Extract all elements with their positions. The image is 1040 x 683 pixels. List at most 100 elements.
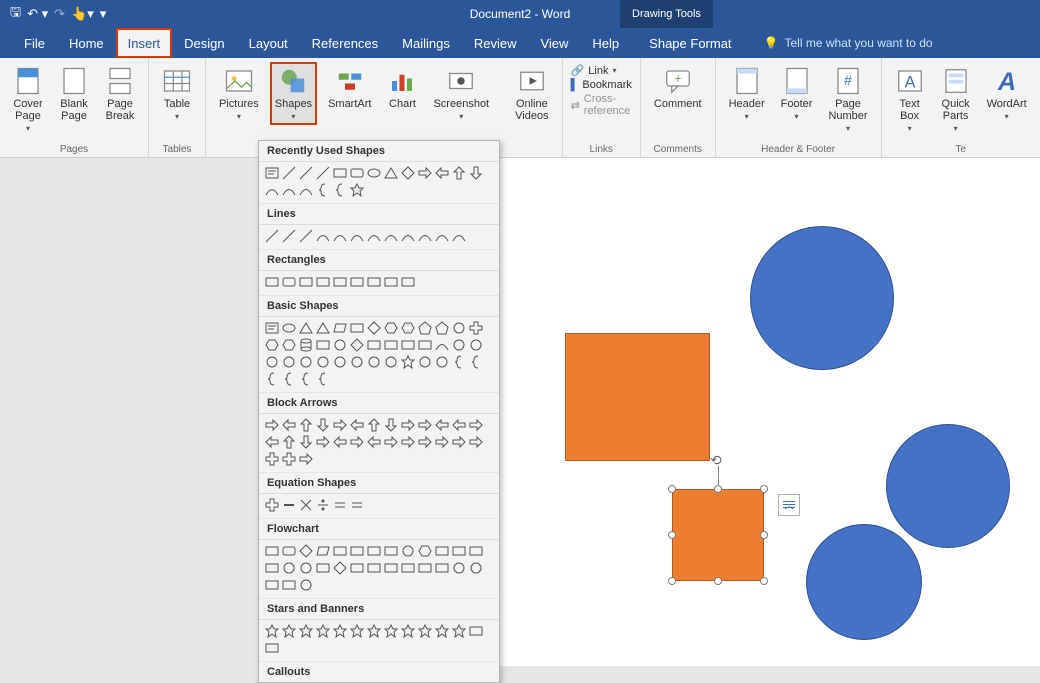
shape-option-textbox[interactable]	[265, 321, 279, 335]
shape-option-line[interactable]	[316, 166, 330, 180]
shape-option-roundrect[interactable]	[282, 275, 296, 289]
shape-option-plus[interactable]	[265, 498, 279, 512]
shape-option-circle[interactable]	[367, 355, 381, 369]
text-box-button[interactable]: A Text Box ▾	[890, 62, 930, 137]
resize-handle[interactable]	[668, 577, 676, 585]
shape-option-rect[interactable]	[350, 275, 364, 289]
shape-rectangle-large[interactable]	[565, 333, 710, 461]
shape-option-star[interactable]	[418, 624, 432, 638]
shape-option-curve[interactable]	[435, 338, 449, 352]
shape-option-rect[interactable]	[435, 561, 449, 575]
shape-option-hex[interactable]	[401, 321, 415, 335]
shape-option-brace[interactable]	[452, 355, 466, 369]
shape-option-roundrect[interactable]	[350, 166, 364, 180]
shape-option-curve[interactable]	[282, 183, 296, 197]
shape-option-rect[interactable]	[401, 338, 415, 352]
shape-option-arrowU[interactable]	[367, 418, 381, 432]
shape-option-curve[interactable]	[333, 229, 347, 243]
shape-option-line[interactable]	[299, 166, 313, 180]
tab-review[interactable]: Review	[462, 28, 529, 58]
shape-option-brace[interactable]	[469, 355, 483, 369]
tab-home[interactable]: Home	[57, 28, 116, 58]
shape-option-circle[interactable]	[384, 355, 398, 369]
shape-option-arrowD[interactable]	[316, 418, 330, 432]
header-button[interactable]: Header ▾	[724, 62, 770, 125]
tab-layout[interactable]: Layout	[237, 28, 300, 58]
shape-option-rect[interactable]	[384, 544, 398, 558]
chart-button[interactable]: Chart	[382, 62, 422, 114]
shape-option-star[interactable]	[401, 355, 415, 369]
resize-handle[interactable]	[668, 531, 676, 539]
comment-button[interactable]: + Comment	[649, 62, 707, 114]
shape-option-circle[interactable]	[265, 355, 279, 369]
shape-option-circle[interactable]	[299, 355, 313, 369]
resize-handle[interactable]	[668, 485, 676, 493]
shape-option-brace[interactable]	[282, 372, 296, 386]
shape-option-rect[interactable]	[350, 561, 364, 575]
shape-option-arrowL[interactable]	[350, 418, 364, 432]
shape-option-roundrect[interactable]	[282, 544, 296, 558]
shape-option-diamond[interactable]	[401, 166, 415, 180]
shape-option-rect[interactable]	[418, 338, 432, 352]
shape-option-arrowL[interactable]	[452, 418, 466, 432]
shape-option-rect[interactable]	[469, 544, 483, 558]
shape-option-plus[interactable]	[265, 452, 279, 466]
shape-option-rect[interactable]	[265, 544, 279, 558]
shape-option-para[interactable]	[316, 544, 330, 558]
shape-option-diamond[interactable]	[367, 321, 381, 335]
page-break-button[interactable]: Page Break	[100, 62, 140, 126]
shape-option-rect[interactable]	[367, 275, 381, 289]
touch-mode-icon[interactable]: 👆▾	[71, 6, 94, 22]
tell-me-search[interactable]: 💡 Tell me what you want to do	[764, 28, 933, 58]
shape-option-line[interactable]	[299, 229, 313, 243]
shape-option-pent[interactable]	[435, 321, 449, 335]
shape-option-curve[interactable]	[435, 229, 449, 243]
shape-option-rect[interactable]	[367, 338, 381, 352]
redo-icon[interactable]: ↷	[54, 6, 65, 22]
shape-option-line[interactable]	[282, 229, 296, 243]
shape-circle-3[interactable]	[806, 524, 922, 640]
undo-icon[interactable]: ↶ ▾	[27, 6, 48, 22]
shape-option-rect[interactable]	[282, 578, 296, 592]
shape-option-rect[interactable]	[333, 544, 347, 558]
shape-option-diamond[interactable]	[299, 544, 313, 558]
shape-option-star[interactable]	[435, 624, 449, 638]
shape-option-arrowR[interactable]	[316, 435, 330, 449]
shape-option-arrowL[interactable]	[333, 435, 347, 449]
shape-option-arrowL[interactable]	[367, 435, 381, 449]
shape-option-rect[interactable]	[350, 321, 364, 335]
smartart-button[interactable]: SmartArt	[323, 62, 376, 114]
shape-option-div[interactable]	[316, 498, 330, 512]
shape-option-times[interactable]	[299, 498, 313, 512]
shape-option-curve[interactable]	[367, 229, 381, 243]
shape-option-arrowD[interactable]	[384, 418, 398, 432]
shape-option-circle[interactable]	[350, 355, 364, 369]
shape-option-star[interactable]	[350, 624, 364, 638]
bookmark-button[interactable]: ▌Bookmark	[571, 79, 632, 91]
resize-handle[interactable]	[760, 485, 768, 493]
shape-option-arrowR[interactable]	[384, 435, 398, 449]
shape-option-rect[interactable]	[452, 544, 466, 558]
shape-option-arrowR[interactable]	[333, 418, 347, 432]
screenshot-button[interactable]: Screenshot ▾	[428, 62, 494, 125]
shape-option-arrowR[interactable]	[418, 418, 432, 432]
shape-option-curve[interactable]	[401, 229, 415, 243]
online-videos-button[interactable]: Online Videos	[510, 62, 553, 126]
shape-option-star[interactable]	[282, 624, 296, 638]
shape-option-oval[interactable]	[367, 166, 381, 180]
shape-option-rect[interactable]	[333, 166, 347, 180]
shape-option-circle[interactable]	[469, 338, 483, 352]
shape-option-rect[interactable]	[316, 275, 330, 289]
shape-rectangle-selected[interactable]: ⟲	[672, 489, 764, 581]
shape-option-arrowD[interactable]	[299, 435, 313, 449]
shape-option-brace[interactable]	[316, 372, 330, 386]
shape-option-star[interactable]	[316, 624, 330, 638]
shape-option-rect[interactable]	[316, 338, 330, 352]
table-button[interactable]: Table ▾	[157, 62, 197, 125]
shape-option-hex[interactable]	[384, 321, 398, 335]
shape-option-arrowR[interactable]	[452, 435, 466, 449]
shape-option-cylinder[interactable]	[299, 338, 313, 352]
shape-option-rect[interactable]	[316, 561, 330, 575]
shape-option-brace[interactable]	[316, 183, 330, 197]
shape-option-arrowD[interactable]	[469, 166, 483, 180]
